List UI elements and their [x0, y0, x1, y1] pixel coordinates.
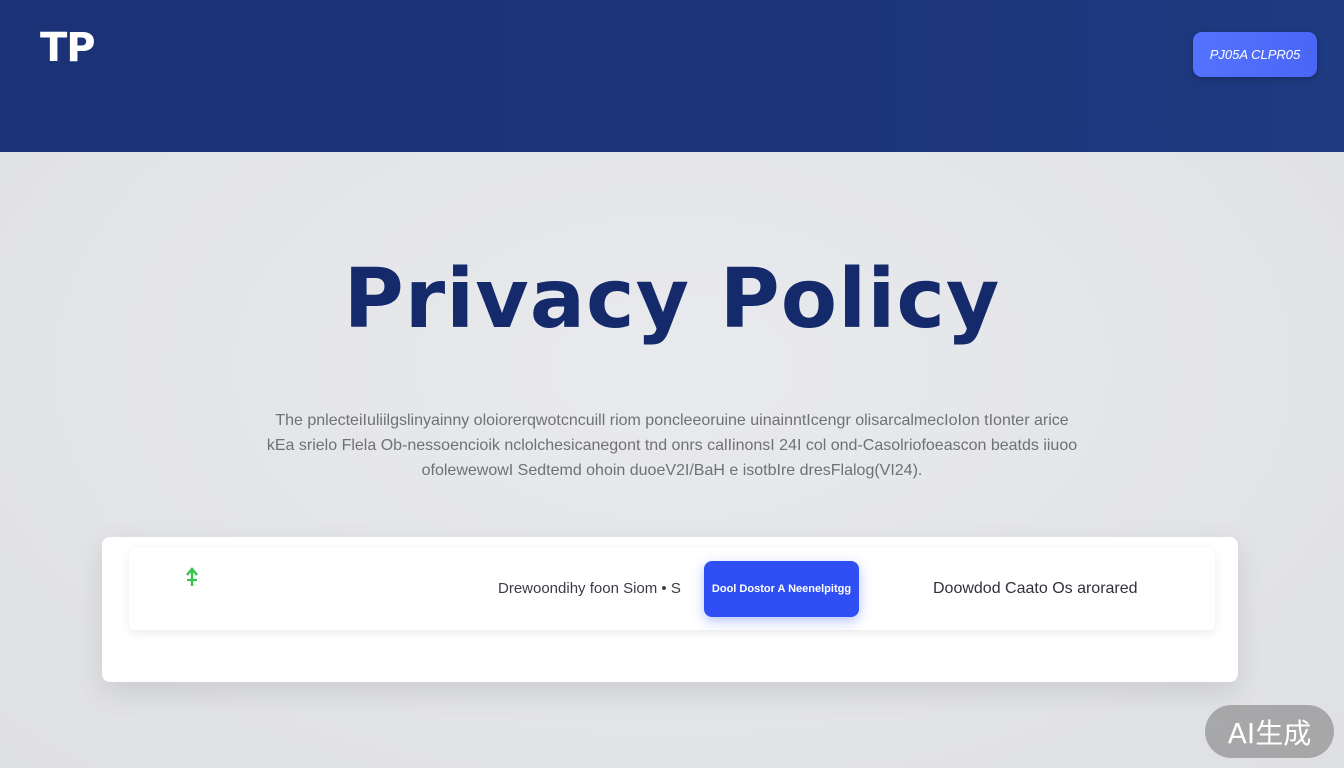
download-link-secondary[interactable]: Doowdod Caato Os arorared	[933, 578, 1173, 600]
intro-line: The pnlecteiIuliilgslinyainny oloiorerqw…	[275, 412, 1069, 429]
intro-line: ofolewewowI Sedtemd ohoin duoeV2I/BaH e …	[421, 462, 923, 479]
header-action-button[interactable]: PJ05A CLPR05	[1193, 32, 1317, 77]
ai-generated-badge: AI生成	[1205, 705, 1334, 758]
intro-line: kEa srielo Flela Ob-nessoencioik nclolch…	[266, 437, 1078, 454]
page-title: Privacy Policy	[343, 252, 1001, 347]
download-button[interactable]: Dool Dostor A Neenelpitgg	[704, 561, 859, 617]
download-link-primary[interactable]: Drewoondihy foon Siom • S	[498, 578, 708, 600]
header-bar: TP PJ05A CLPR05	[0, 0, 1344, 152]
download-arrow-icon	[183, 565, 201, 591]
logo[interactable]: TP	[40, 26, 96, 70]
intro-paragraph: The pnlecteiIuliilgslinyainny oloiorerqw…	[240, 408, 1104, 483]
